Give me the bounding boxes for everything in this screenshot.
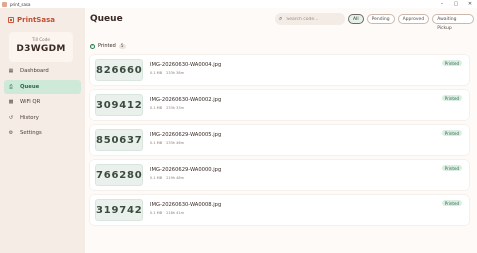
file-size: 0.1 MB: [150, 71, 163, 75]
file-name: IMG-20260629-WA0005.jpg: [150, 132, 222, 138]
job-list: 826660 IMG-20260630-WA0004.jpg 0.1 MB 233h …: [90, 55, 469, 230]
file-name: IMG-20260630-WA0002.jpg: [150, 97, 222, 103]
pickup-code: 309412: [95, 94, 143, 116]
dashboard-icon: ▦: [8, 68, 14, 74]
job-card[interactable]: 766280 IMG-20260629-WA0000.jpg 0.1 MB 219h …: [90, 160, 469, 190]
minimize-button[interactable]: –: [435, 0, 449, 8]
sidebar-item-label: Queue: [20, 83, 40, 90]
main-content: Queue ⌕ AllPendingApprovedAwaiting Picku…: [85, 8, 477, 253]
file-age: 233h 38m: [166, 71, 184, 75]
brand-name: PrintSasa: [17, 16, 55, 24]
file-age: 233h 33m: [166, 106, 184, 110]
sidebar-item-queue[interactable]: ⎙ Queue: [4, 79, 81, 94]
sidebar-item-settings[interactable]: ⚙ Settings: [4, 126, 81, 140]
till-code-value: D3WGDM: [16, 44, 66, 54]
history-icon: ↺: [8, 114, 14, 121]
sidebar-nav: ▦ Dashboard ⎙ Queue ▩ WiFi QR ↺ History ⚙ Setting…: [4, 64, 81, 142]
app-window: print_sasa – ▢ ✕ PrintSasa Till Code D3W…: [0, 0, 477, 253]
pickup-code: 319742: [95, 199, 143, 221]
file-age: 218h 41m: [166, 211, 184, 215]
filter-all[interactable]: All: [348, 14, 364, 24]
file-meta: 0.1 MB 233h 33m: [150, 106, 188, 110]
file-meta: 0.1 MB 233h 38m: [150, 71, 188, 75]
till-code-card: Till Code D3WGDM: [9, 32, 73, 62]
printer-logo-icon: [8, 17, 14, 23]
file-size: 0.1 MB: [150, 211, 163, 215]
status-badge: Printed: [441, 200, 462, 206]
file-name: IMG-20260629-WA0000.jpg: [150, 167, 222, 173]
job-card[interactable]: 319742 IMG-20260630-WA0008.jpg 0.1 MB 218h …: [90, 195, 469, 225]
search-box[interactable]: ⌕: [275, 13, 345, 25]
sidebar: PrintSasa Till Code D3WGDM ▦ Dashboard ⎙ Qu…: [0, 8, 85, 253]
sidebar-item-label: Dashboard: [20, 68, 49, 74]
section-label: Printed: [98, 43, 116, 49]
sidebar-item-label: History: [20, 114, 39, 121]
file-size: 0.1 MB: [150, 106, 163, 110]
sidebar-item-wifi-qr[interactable]: ▩ WiFi QR: [4, 95, 81, 109]
sidebar-item-label: Settings: [20, 130, 42, 136]
file-age: 219h 48m: [166, 176, 184, 180]
page-title: Queue: [90, 14, 123, 24]
filter-pending[interactable]: Pending: [366, 14, 395, 24]
file-size: 0.1 MB: [150, 176, 163, 180]
till-code-label: Till Code: [32, 37, 50, 42]
pickup-code: 850637: [95, 129, 143, 151]
status-badge: Printed: [441, 130, 462, 136]
file-meta: 0.1 MB 233h 46m: [150, 141, 188, 145]
pickup-code: 826660: [95, 59, 143, 81]
sidebar-item-label: WiFi QR: [20, 99, 41, 105]
file-name: IMG-20260630-WA0008.jpg: [150, 202, 222, 208]
window-controls: – ▢ ✕: [435, 0, 477, 8]
check-circle-icon: ✓: [90, 43, 95, 49]
file-size: 0.1 MB: [150, 141, 163, 145]
filter-approved[interactable]: Approved: [397, 14, 430, 24]
search-input[interactable]: [286, 16, 342, 22]
app-icon: [2, 1, 7, 7]
section-header: ✓ Printed 5: [90, 43, 126, 49]
job-card[interactable]: 309412 IMG-20260630-WA0002.jpg 0.1 MB 233h …: [90, 90, 469, 120]
brand: PrintSasa: [8, 16, 55, 24]
qr-icon: ▩: [8, 99, 14, 105]
filter-awaiting-pickup[interactable]: Awaiting Pickup: [432, 14, 474, 31]
pickup-code: 766280: [95, 164, 143, 186]
sidebar-item-history[interactable]: ↺ History: [4, 111, 81, 125]
window-title: print_sasa: [10, 1, 31, 7]
file-meta: 0.1 MB 218h 41m: [150, 211, 188, 215]
file-name: IMG-20260630-WA0004.jpg: [150, 62, 222, 68]
sidebar-item-dashboard[interactable]: ▦ Dashboard: [4, 64, 81, 78]
close-button[interactable]: ✕: [463, 0, 477, 8]
search-icon: ⌕: [279, 15, 283, 22]
job-card[interactable]: 826660 IMG-20260630-WA0004.jpg 0.1 MB 233h …: [90, 55, 469, 85]
status-badge: Printed: [441, 60, 462, 66]
file-meta: 0.1 MB 219h 48m: [150, 176, 188, 180]
status-badge: Printed: [441, 95, 462, 101]
maximize-button[interactable]: ▢: [449, 0, 463, 8]
file-age: 233h 46m: [166, 141, 184, 145]
job-card[interactable]: 850637 IMG-20260629-WA0005.jpg 0.1 MB 233h …: [90, 125, 469, 155]
gear-icon: ⚙: [8, 130, 14, 136]
section-count: 5: [118, 43, 126, 49]
status-badge: Printed: [441, 165, 462, 171]
printer-icon: ⎙: [8, 83, 13, 90]
filter-chips: All Pending Approved Awaiting Pickup: [348, 14, 477, 31]
title-bar: print_sasa – ▢ ✕: [0, 0, 477, 8]
